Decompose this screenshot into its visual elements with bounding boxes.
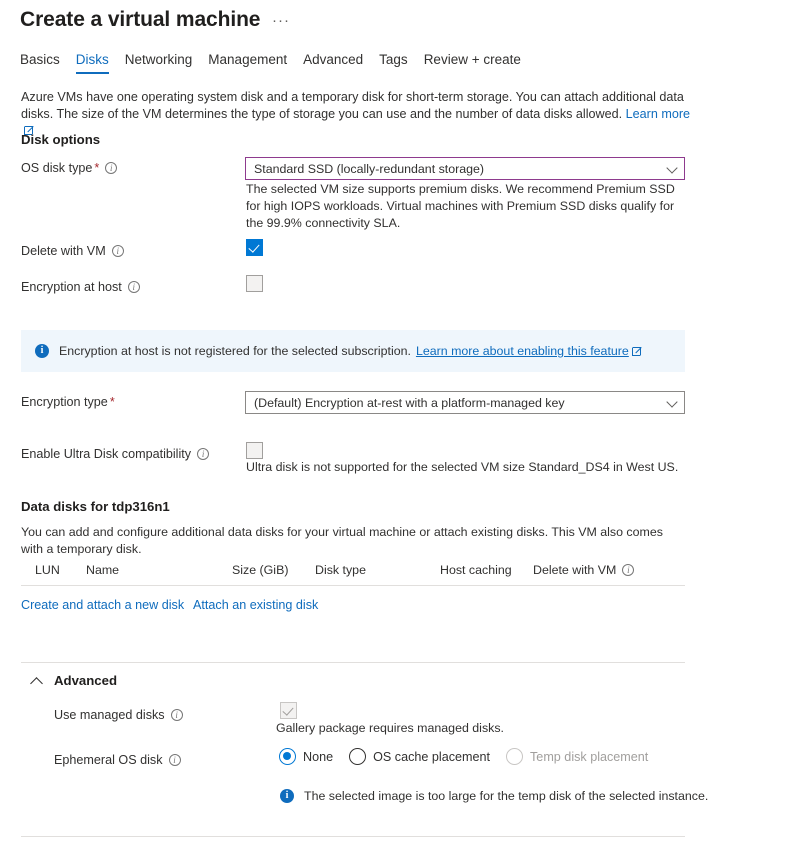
create-and-attach-disk-label: Create and attach a new disk	[21, 598, 185, 612]
data-disks-description: You can add and configure additional dat…	[21, 525, 663, 556]
tab-advanced-label: Advanced	[303, 52, 364, 67]
ultra-disk-checkbox[interactable]	[246, 442, 263, 459]
encryption-type-label-text: Encryption type	[21, 395, 108, 409]
os-disk-type-help: The selected VM size supports premium di…	[246, 182, 675, 230]
encryption-at-host-label-text: Encryption at host	[21, 280, 122, 294]
ephemeral-os-disk-note-row: The selected image is too large for the …	[280, 789, 708, 803]
column-header-disk-type: Disk type	[315, 563, 366, 577]
data-disks-heading: Data disks for tdp316n1	[21, 499, 170, 514]
radio-os-cache-placement[interactable]	[349, 748, 367, 765]
ultra-disk-note: Ultra disk is not supported for the sele…	[246, 460, 679, 474]
column-header-lun: LUN	[35, 563, 60, 577]
encryption-type-select[interactable]: (Default) Encryption at-rest with a plat…	[245, 391, 685, 414]
ephemeral-os-disk-info-icon[interactable]	[168, 754, 181, 766]
tab-review-create[interactable]: Review + create	[424, 52, 537, 74]
encryption-at-host-label: Encryption at host	[21, 280, 140, 294]
encryption-at-host-info-icon[interactable]	[127, 281, 140, 293]
os-disk-type-label-text: OS disk type	[21, 161, 93, 175]
intro-text: Azure VMs have one operating system disk…	[21, 89, 693, 140]
enable-feature-link-label: Learn more about enabling this feature	[415, 344, 629, 358]
column-header-name: Name	[86, 563, 120, 577]
table-header-divider	[21, 585, 685, 586]
tab-disks-label: Disks	[75, 52, 109, 67]
column-header-size: Size (GiB)	[232, 563, 289, 577]
info-icon	[35, 344, 49, 358]
ultra-disk-label-text: Enable Ultra Disk compatibility	[21, 447, 192, 461]
ephemeral-os-disk-radio-group: None OS cache placement Temp disk placem…	[279, 748, 664, 765]
tab-basics[interactable]: Basics	[20, 52, 76, 74]
chevron-down-icon	[666, 161, 678, 174]
column-header-host-caching: Host caching	[440, 563, 512, 577]
tab-disks[interactable]: Disks	[75, 52, 125, 74]
tab-advanced[interactable]: Advanced	[303, 52, 379, 74]
os-disk-type-value: Standard SSD (locally-redundant storage)	[254, 161, 485, 176]
delete-with-vm-checkbox[interactable]	[246, 239, 263, 256]
tab-review-create-label: Review + create	[423, 52, 521, 67]
os-disk-type-label: OS disk type *	[21, 161, 118, 175]
os-disk-type-required: *	[94, 161, 100, 175]
ephemeral-os-disk-note: The selected image is too large for the …	[304, 789, 709, 803]
more-actions-button[interactable]: ···	[272, 13, 290, 28]
external-link-icon-banner	[631, 346, 642, 356]
ephemeral-os-disk-label: Ephemeral OS disk	[54, 753, 181, 767]
tab-tags[interactable]: Tags	[379, 52, 424, 74]
chevron-down-icon-encryption	[666, 395, 678, 408]
tab-basics-label: Basics	[20, 52, 60, 67]
tab-networking-label: Networking	[124, 52, 193, 67]
encryption-type-value: (Default) Encryption at-rest with a plat…	[254, 395, 565, 410]
ultra-disk-info-icon[interactable]	[197, 448, 210, 460]
use-managed-disks-checkbox	[280, 702, 297, 719]
learn-more-link[interactable]: Learn more	[626, 107, 690, 121]
ephemeral-option-none[interactable]: None	[279, 748, 333, 765]
chevron-up-icon[interactable]	[30, 677, 43, 690]
os-disk-type-select[interactable]: Standard SSD (locally-redundant storage)	[245, 157, 685, 180]
wizard-tabs: Basics Disks Networking Management Advan…	[20, 52, 537, 74]
ephemeral-option-os-cache[interactable]: OS cache placement	[349, 748, 490, 765]
ultra-disk-label: Enable Ultra Disk compatibility	[21, 447, 210, 461]
attach-existing-disk-label: Attach an existing disk	[193, 598, 319, 612]
tab-management[interactable]: Management	[208, 52, 303, 74]
page-bottom-divider	[21, 836, 685, 837]
advanced-section-divider	[21, 662, 685, 663]
delete-with-vm-label-text: Delete with VM	[21, 244, 106, 258]
intro-line-2: The size of the VM determines the type o…	[56, 107, 623, 121]
radio-none[interactable]	[279, 748, 296, 765]
page-title: Create a virtual machine	[20, 8, 261, 31]
use-managed-disks-label-text: Use managed disks	[54, 708, 165, 722]
tab-networking[interactable]: Networking	[125, 52, 209, 74]
use-managed-disks-info-icon[interactable]	[170, 709, 183, 721]
tab-tags-label: Tags	[379, 52, 408, 67]
tab-management-label: Management	[208, 52, 288, 67]
ephemeral-option-temp-disk: Temp disk placement	[506, 748, 648, 765]
column-header-delete-with-vm: Delete with VM	[533, 563, 635, 577]
radio-temp-disk-placement-label: Temp disk placement	[530, 749, 649, 764]
use-managed-disks-note: Gallery package requires managed disks.	[276, 721, 504, 735]
advanced-heading[interactable]: Advanced	[54, 673, 117, 688]
radio-os-cache-placement-label: OS cache placement	[373, 749, 491, 764]
encryption-at-host-checkbox[interactable]	[246, 275, 263, 292]
create-and-attach-disk-link[interactable]: Create and attach a new disk	[21, 598, 184, 612]
ephemeral-os-disk-label-text: Ephemeral OS disk	[54, 753, 163, 767]
radio-none-label: None	[303, 749, 334, 764]
column-header-delete-with-vm-text: Delete with VM	[533, 563, 617, 577]
delete-with-vm-column-info-icon[interactable]	[622, 564, 635, 576]
info-icon-temp-disk	[280, 789, 294, 803]
attach-existing-disk-link[interactable]: Attach an existing disk	[193, 598, 318, 612]
encryption-type-label: Encryption type *	[21, 395, 115, 409]
disk-options-heading: Disk options	[21, 132, 101, 147]
enable-feature-link[interactable]: Learn more about enabling this feature	[416, 344, 629, 358]
delete-with-vm-label: Delete with VM	[21, 244, 124, 258]
create-vm-page: Create a virtual machine ··· Basics Disk…	[0, 0, 791, 843]
os-disk-type-info-icon[interactable]	[105, 162, 118, 174]
radio-temp-disk-placement	[506, 748, 524, 765]
encryption-host-banner-text: Encryption at host is not registered for…	[59, 344, 411, 358]
learn-more-label: Learn more	[625, 107, 691, 121]
use-managed-disks-label: Use managed disks	[54, 708, 183, 722]
encryption-type-required: *	[109, 395, 115, 409]
delete-with-vm-info-icon[interactable]	[111, 245, 124, 257]
encryption-host-banner: Encryption at host is not registered for…	[21, 330, 685, 372]
